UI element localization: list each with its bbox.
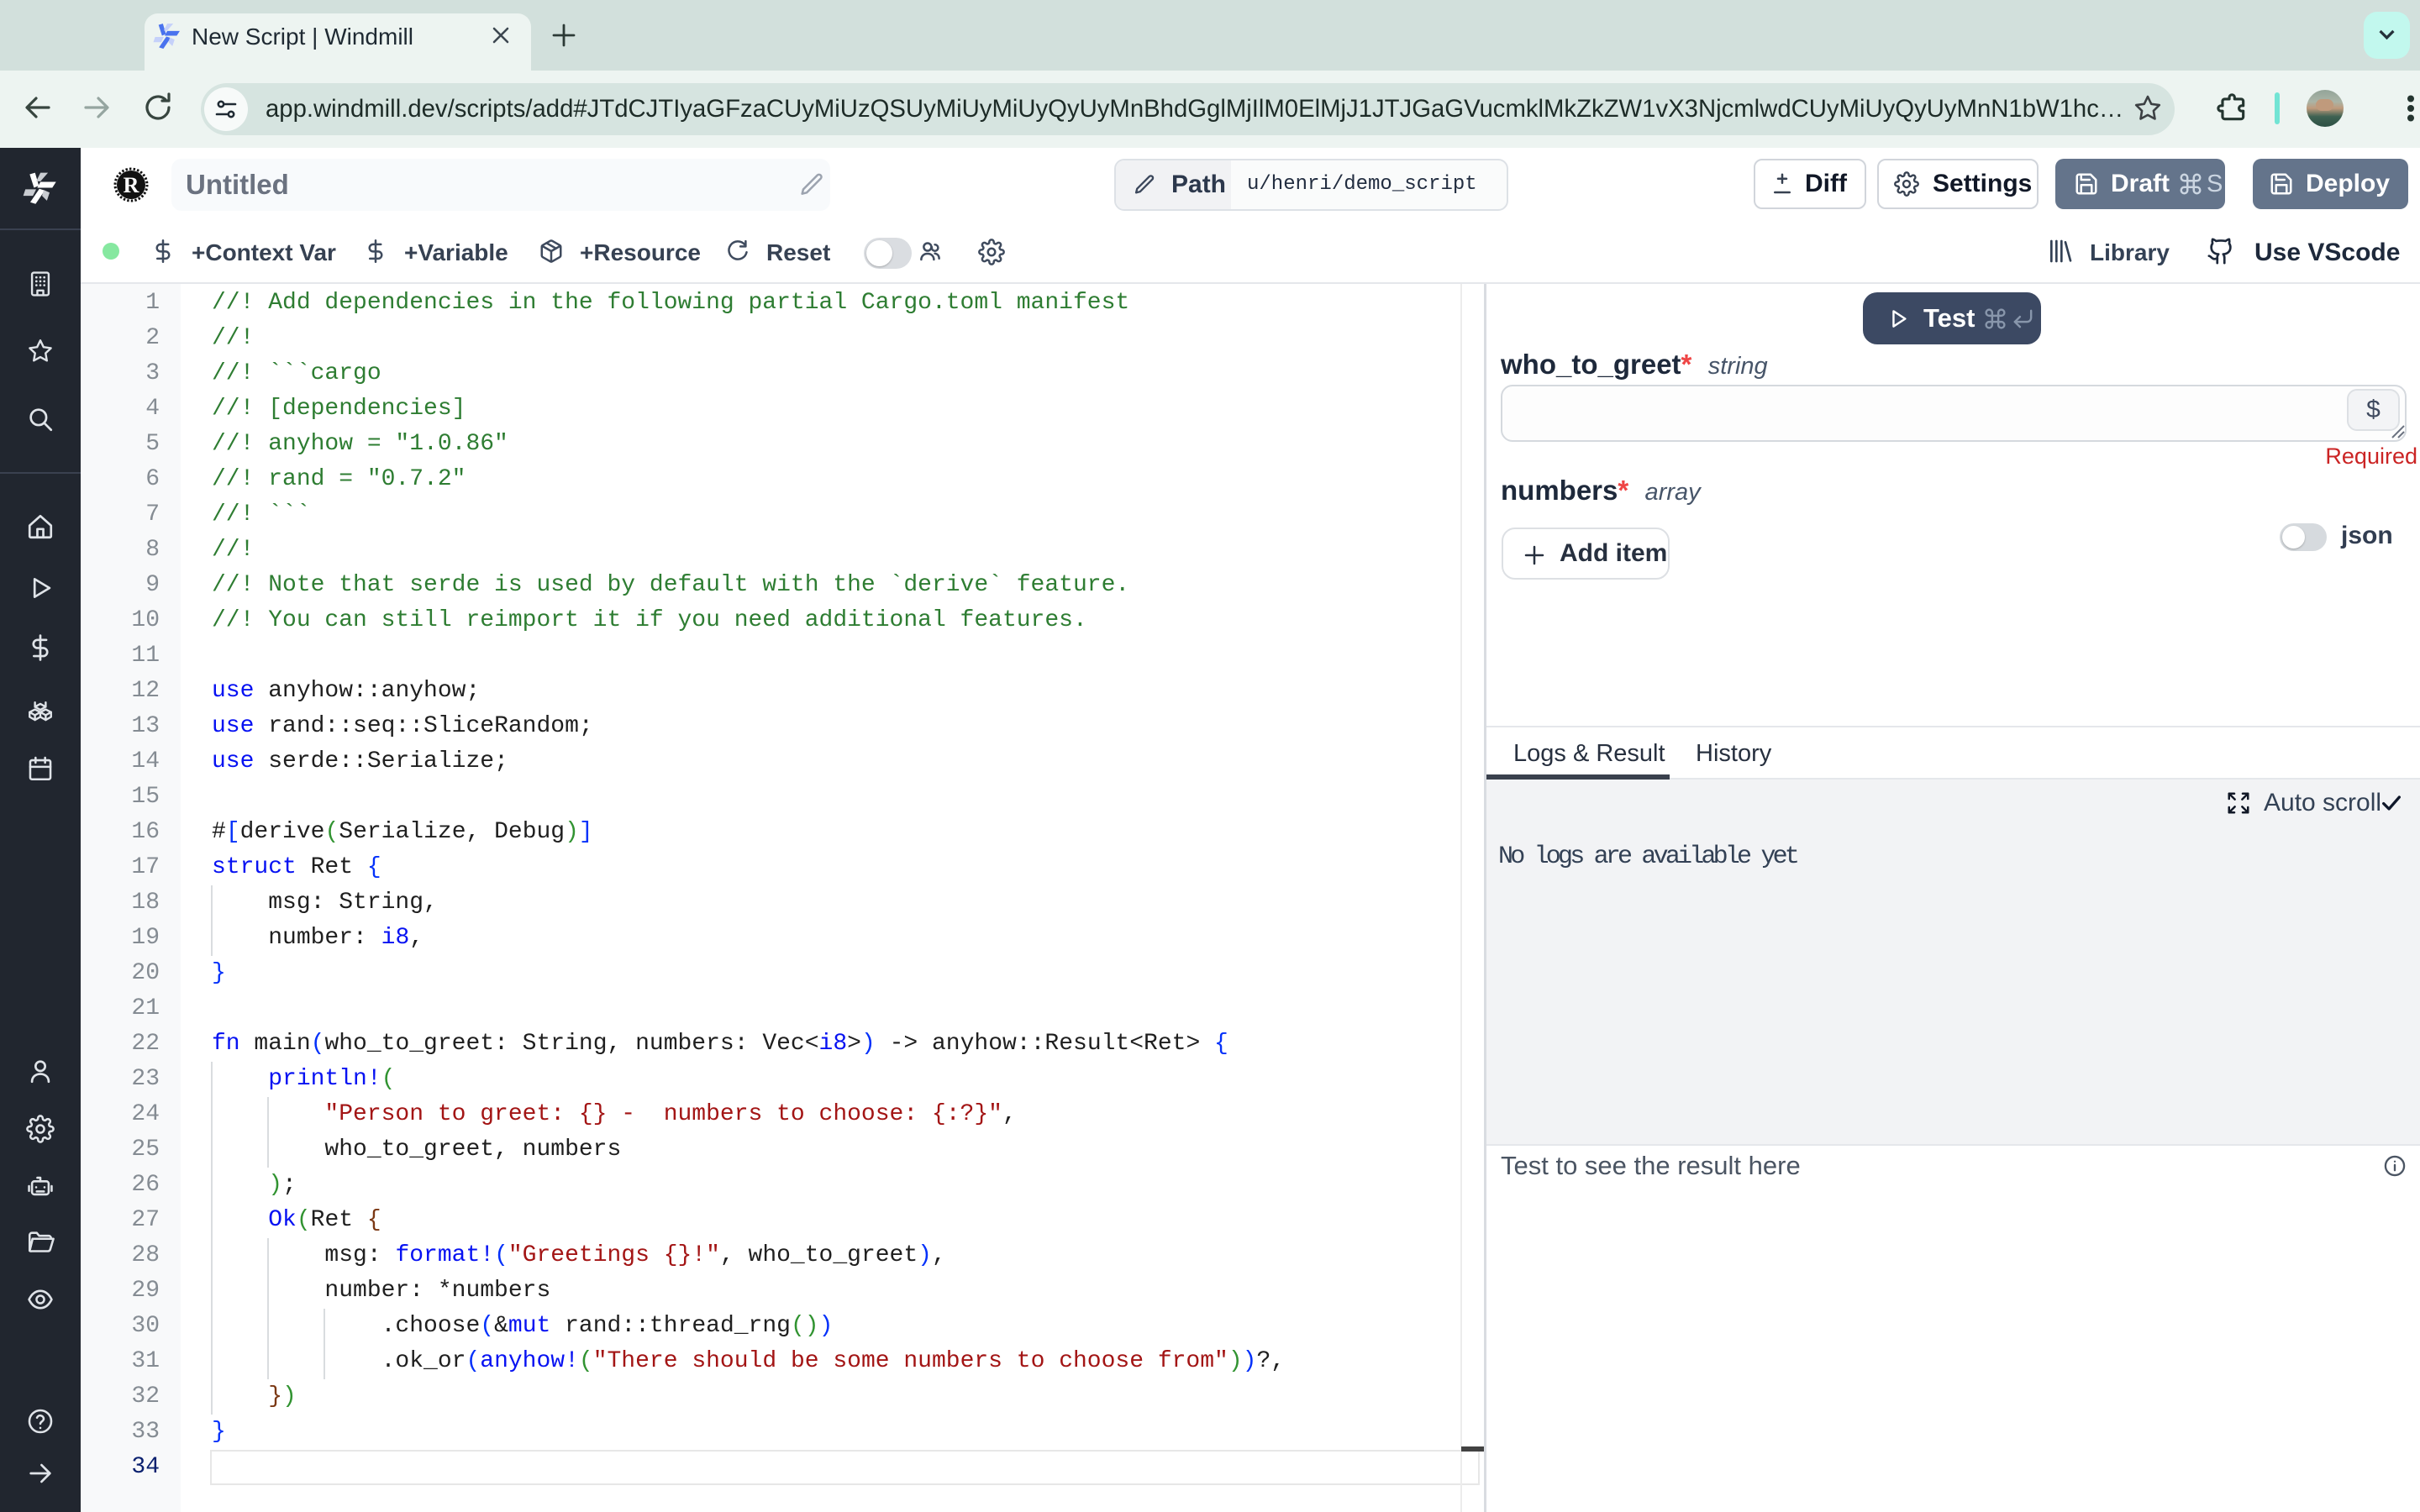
svg-text:R: R bbox=[124, 173, 139, 197]
